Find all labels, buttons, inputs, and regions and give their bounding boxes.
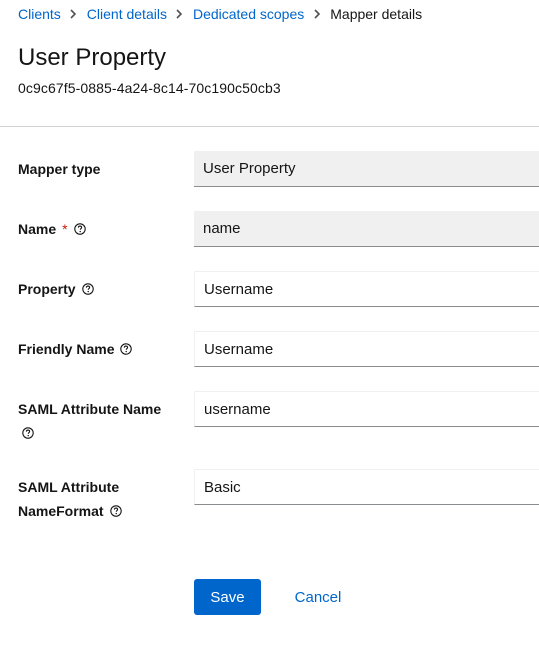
mapper-type-label: Mapper type: [18, 157, 100, 181]
saml-attribute-nameformat-select[interactable]: Basic: [194, 469, 539, 505]
help-circle-icon[interactable]: [109, 505, 122, 517]
chevron-right-icon: [167, 8, 193, 20]
help-circle-icon[interactable]: [120, 343, 133, 355]
saml-attribute-nameformat-label-line1: SAML Attribute: [18, 479, 120, 495]
page-title: User Property: [18, 44, 167, 71]
saml-attribute-nameformat-label-line2: NameFormat: [18, 503, 104, 519]
friendly-name-label: Friendly Name: [18, 337, 133, 361]
cancel-button[interactable]: Cancel: [282, 579, 354, 615]
saml-attribute-nameformat-label: SAML Attribute NameFormat: [18, 475, 122, 523]
save-button[interactable]: Save: [194, 579, 261, 615]
help-circle-icon[interactable]: [22, 427, 34, 439]
saml-attribute-name-label-text: SAML Attribute Name: [18, 401, 162, 417]
name-field: name: [194, 211, 539, 247]
mapper-type-field: User Property: [194, 151, 539, 187]
property-input[interactable]: Username: [194, 271, 539, 307]
mapper-type-label-text: Mapper type: [18, 161, 101, 177]
required-marker: *: [62, 221, 68, 237]
saml-attribute-name-label: SAML Attribute Name: [18, 397, 161, 445]
help-circle-icon[interactable]: [81, 283, 94, 295]
friendly-name-label-text: Friendly Name: [18, 341, 115, 357]
breadcrumb-client-details-link[interactable]: Client details: [87, 6, 167, 22]
chevron-right-icon: [61, 8, 87, 20]
chevron-right-icon: [304, 8, 330, 20]
breadcrumb-current: Mapper details: [330, 6, 423, 22]
help-circle-icon[interactable]: [73, 223, 86, 235]
friendly-name-input[interactable]: Username: [194, 331, 539, 367]
breadcrumb-dedicated-scopes-link[interactable]: Dedicated scopes: [193, 6, 304, 22]
breadcrumb-clients-link[interactable]: Clients: [18, 6, 61, 22]
name-label-text: Name: [18, 221, 57, 237]
property-label-text: Property: [18, 281, 76, 297]
breadcrumb: Clients Client details Dedicated scopes …: [18, 6, 422, 22]
saml-attribute-name-input[interactable]: username: [194, 391, 539, 427]
mapper-id: 0c9c67f5-0885-4a24-8c14-70c190c50cb3: [18, 80, 281, 96]
form-panel: [0, 127, 539, 647]
property-label: Property: [18, 277, 94, 301]
name-label: Name *: [18, 217, 86, 241]
